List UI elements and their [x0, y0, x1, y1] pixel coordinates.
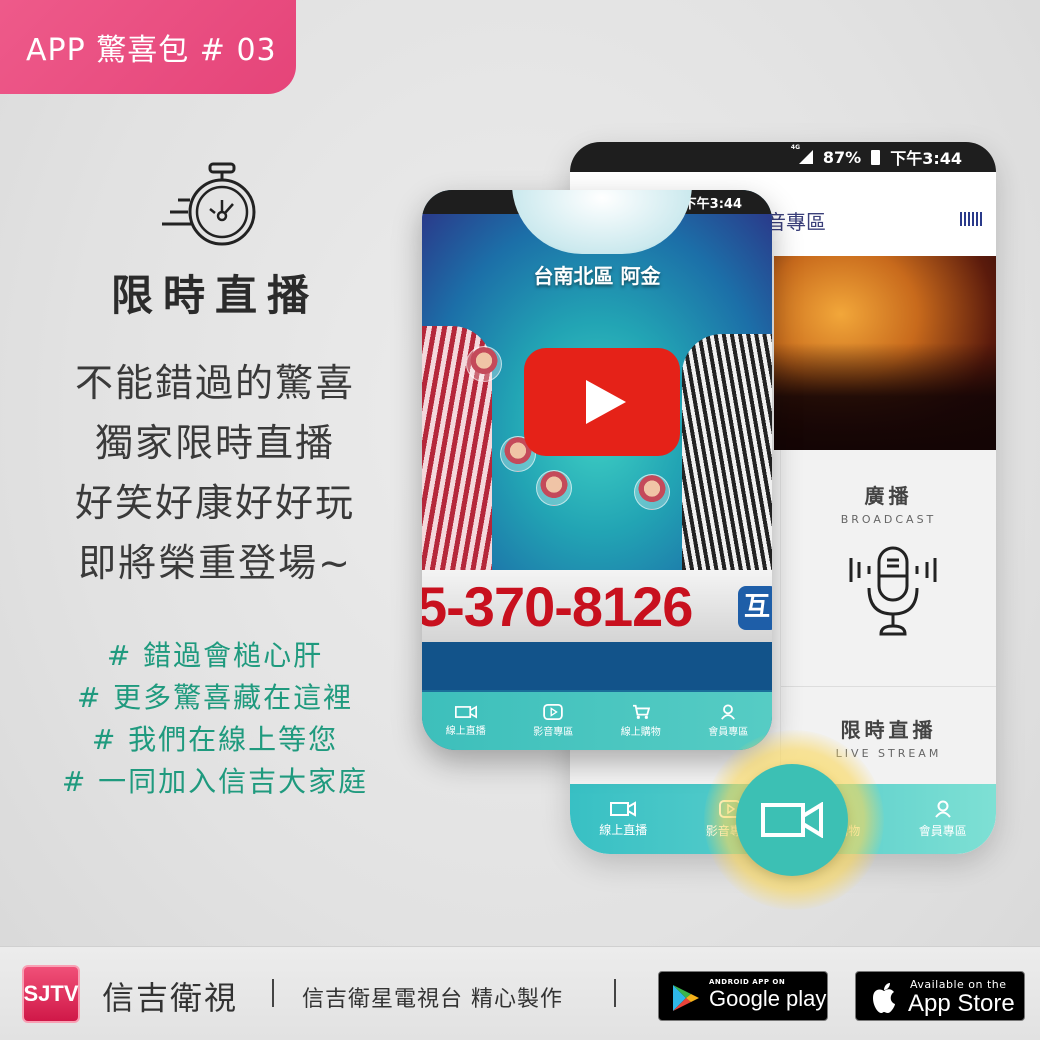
nav-label: 會員專區	[918, 823, 967, 838]
signal-icon	[791, 144, 813, 164]
feature-description: 不能錯過的驚喜 獨家限時直播 好笑好康好好玩 即將榮重登場~	[40, 353, 390, 593]
video-caption: 台南北區 阿金	[533, 264, 661, 288]
description-line: 不能錯過的驚喜	[74, 361, 355, 405]
menu-divider	[781, 686, 996, 687]
hashtag: # 一同加入信吉大家庭	[61, 765, 369, 798]
brand-name: 信吉衛視	[102, 979, 239, 1017]
description-line: 獨家限時直播	[94, 421, 335, 465]
microphone-icon	[849, 546, 937, 636]
badge-small-text: ANDROID APP ON	[709, 978, 786, 986]
concert-image	[774, 256, 996, 450]
nav-item-live[interactable]: 線上直播	[422, 705, 510, 737]
separator	[272, 979, 274, 1007]
play-button-icon[interactable]	[524, 348, 680, 456]
front-phone-mockup: 87% 下午3:44 台南北區 阿金 5-370-8126 互 線上直播 影音專…	[422, 190, 772, 750]
apple-icon	[873, 983, 895, 1013]
hashtag: # 更多驚喜藏在這裡	[76, 681, 354, 714]
feature-panel: 限時直播 不能錯過的驚喜 獨家限時直播 好笑好康好好玩 即將榮重登場~ # 錯過…	[40, 160, 390, 803]
menu-item-broadcast[interactable]: 廣播 BROADCAST	[781, 480, 996, 526]
nav-label: 會員專區	[708, 727, 749, 738]
nav-item-member[interactable]: 會員專區	[685, 704, 773, 738]
video-camera-icon	[761, 802, 823, 838]
nav-label: 線上直播	[445, 726, 486, 737]
description-line: 好笑好康好好玩	[74, 481, 355, 525]
status-bar: 87% 下午3:44	[570, 142, 996, 172]
footer: SJTV 信吉衛視 信吉衛星電視台 精心製作 ANDROID APP ON Go…	[0, 946, 1040, 1040]
google-play-icon	[673, 985, 699, 1011]
avatar-bubble	[466, 346, 502, 382]
description-line: 即將榮重登場~	[78, 541, 352, 585]
separator	[614, 979, 616, 1007]
app-store-badge[interactable]: Available on the App Store	[855, 971, 1025, 1021]
episode-badge-label: APP 驚喜包 # 03	[26, 33, 277, 68]
live-stream-button[interactable]	[736, 764, 848, 876]
phone-number-banner: 5-370-8126 互	[422, 570, 772, 642]
battery-percent: 87%	[822, 147, 862, 167]
nav-item-shop[interactable]: 線上購物	[597, 704, 685, 738]
feature-title: 限時直播	[110, 271, 319, 320]
menu-item-title: 廣播	[864, 484, 913, 508]
nav-label: 線上直播	[599, 822, 648, 837]
badge-big-text: Google play	[709, 986, 827, 1011]
barcode-icon[interactable]	[960, 212, 984, 226]
cart-icon	[632, 704, 650, 719]
episode-badge: APP 驚喜包 # 03	[0, 0, 296, 94]
nav-item-video[interactable]: 影音專區	[510, 704, 598, 738]
menu-item-subtitle: BROADCAST	[840, 513, 937, 526]
header-title: 音專區	[766, 210, 826, 234]
producer-credit: 信吉衛星電視台 精心製作	[302, 987, 563, 1012]
hashtag: # 我們在線上等您	[91, 723, 339, 756]
bottom-nav: 線上直播 影音專區 線上購物 會員專區	[422, 692, 772, 750]
stopwatch-icon	[162, 162, 256, 246]
nav-item-live[interactable]: 線上直播	[570, 800, 677, 838]
play-icon	[543, 704, 564, 720]
sjtv-logo: SJTV	[22, 965, 80, 1023]
news-ticker	[422, 642, 772, 690]
badge-big-text: App Store	[908, 990, 1015, 1017]
avatar-bubble	[634, 474, 670, 510]
google-play-badge[interactable]: ANDROID APP ON Google play	[658, 971, 828, 1021]
video-player[interactable]: 台南北區 阿金	[422, 190, 772, 570]
video-camera-icon	[454, 705, 477, 719]
phone-number: 5-370-8126	[422, 575, 693, 638]
hashtag: # 錯過會槌心肝	[106, 639, 324, 672]
battery-icon	[871, 149, 881, 165]
side-badge: 互	[738, 586, 772, 630]
video-camera-icon	[610, 800, 637, 817]
user-icon	[934, 800, 951, 818]
nav-label: 影音專區	[533, 727, 574, 738]
clock: 下午3:44	[890, 149, 962, 168]
hashtag-list: # 錯過會槌心肝 # 更多驚喜藏在這裡 # 我們在線上等您 # 一同加入信吉大家…	[40, 635, 390, 803]
nav-item-member[interactable]: 會員專區	[890, 800, 997, 839]
clock: 下午3:44	[683, 196, 742, 212]
nav-label: 線上購物	[620, 727, 661, 738]
user-icon	[721, 704, 736, 720]
avatar-bubble	[536, 470, 572, 506]
